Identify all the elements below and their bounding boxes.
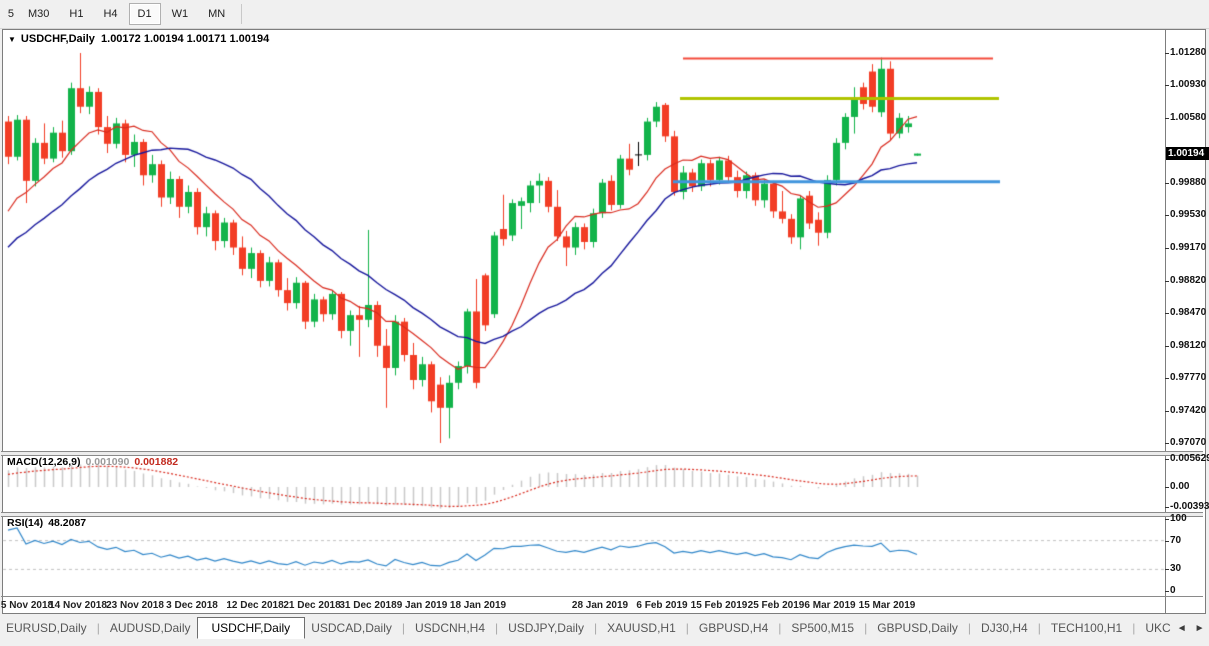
window-bottom-strip	[0, 641, 1209, 646]
time-axis-label: 18 Jan 2019	[436, 600, 520, 611]
ohlc-values: 1.00172 1.00194 1.00171 1.00194	[101, 33, 269, 45]
symbol-label: USDCHF,Daily	[21, 33, 95, 45]
price-axis-tick: 0.98470	[1170, 307, 1209, 318]
price-chart-canvas[interactable]	[0, 0, 1209, 646]
rsi-axis-tick: 30	[1170, 563, 1209, 574]
tab-separator: |	[1132, 621, 1135, 635]
price-axis-tick: 0.99170	[1170, 242, 1209, 253]
price-axis-tick: 0.99530	[1170, 209, 1209, 220]
price-axis-tick: 0.97770	[1170, 372, 1209, 383]
macd-signal-value: 0.001882	[134, 456, 178, 468]
timeframe-button-d1[interactable]: D1	[129, 3, 161, 25]
price-axis-tick: 1.00580	[1170, 112, 1209, 123]
chart-tab-usdjpy-daily[interactable]: USDJPY,Daily	[502, 618, 590, 638]
chart-tab-gbpusd-daily[interactable]: GBPUSD,Daily	[871, 618, 964, 638]
macd-indicator-label: MACD(12,26,9) 0.001090 0.001882	[7, 456, 178, 468]
rsi-indicator-label: RSI(14) 48.2087	[7, 517, 86, 529]
chart-tab-usdcnh-h4[interactable]: USDCNH,H4	[409, 618, 491, 638]
chart-tab-gbpusd-h4[interactable]: GBPUSD,H4	[693, 618, 774, 638]
chart-tab-eurusd-daily[interactable]: EURUSD,Daily	[0, 618, 93, 638]
rsi-axis-tick: 100	[1170, 513, 1209, 524]
chart-tab-dj30-h4[interactable]: DJ30,H4	[975, 618, 1034, 638]
tab-separator: |	[686, 621, 689, 635]
timeframe-button-5[interactable]: 5	[1, 3, 17, 25]
tab-separator: |	[778, 621, 781, 635]
tab-scroll-left-icon[interactable]: ◄	[1177, 623, 1187, 634]
chart-tab-usdcad-daily[interactable]: USDCAD,Daily	[305, 618, 398, 638]
chart-tab-bar: EURUSD,Daily|AUDUSD,DailyUSDCHF,DailyUSD…	[0, 615, 1209, 642]
rsi-value: 48.2087	[48, 517, 86, 529]
rsi-axis-tick: 0	[1170, 585, 1209, 596]
timeframe-button-mn[interactable]: MN	[199, 3, 234, 25]
price-axis-tick: 1.01280	[1170, 47, 1209, 58]
chart-tab-xauusd-h1[interactable]: XAUUSD,H1	[601, 618, 682, 638]
rsi-pane-splitter[interactable]	[1, 512, 1203, 517]
chart-title: ▼ USDCHF,Daily 1.00172 1.00194 1.00171 1.…	[8, 33, 269, 45]
timeframe-button-w1[interactable]: W1	[163, 3, 198, 25]
price-axis-tick: 0.98820	[1170, 275, 1209, 286]
time-axis-separator	[1, 596, 1203, 597]
macd-axis-tick: 0.005629	[1170, 453, 1209, 464]
timeframe-button-h4[interactable]: H4	[94, 3, 126, 25]
rsi-axis-tick: 70	[1170, 535, 1209, 546]
chart-tab-sp500-m15[interactable]: SP500,M15	[785, 618, 860, 638]
current-price-tag: 1.00194	[1166, 147, 1209, 160]
macd-name: MACD(12,26,9)	[7, 456, 81, 468]
price-axis-tick: 0.99880	[1170, 177, 1209, 188]
timeframe-toolbar: 5M30H1H4D1W1MN	[0, 0, 1209, 29]
macd-pane-splitter[interactable]	[1, 451, 1203, 456]
price-axis-tick: 0.97070	[1170, 437, 1209, 448]
macd-main-value: 0.001090	[86, 456, 130, 468]
chart-tab-ukc[interactable]: UKC	[1139, 618, 1176, 638]
price-axis-tick: 0.98120	[1170, 340, 1209, 351]
macd-axis-tick: -0.003937	[1170, 501, 1209, 512]
mt4-window: 5M30H1H4D1W1MN ▼ USDCHF,Daily 1.00172 1.0…	[0, 0, 1209, 646]
tab-separator: |	[968, 621, 971, 635]
tab-separator: |	[402, 621, 405, 635]
tab-separator: |	[1038, 621, 1041, 635]
chart-tab-audusd-daily[interactable]: AUDUSD,Daily	[104, 618, 197, 638]
tab-separator: |	[864, 621, 867, 635]
timeframe-button-h1[interactable]: H1	[60, 3, 92, 25]
symbol-dropdown-icon[interactable]: ▼	[8, 35, 16, 44]
price-axis-tick: 1.00930	[1170, 79, 1209, 90]
toolbar-separator	[241, 4, 242, 24]
chart-tab-usdchf-daily[interactable]: USDCHF,Daily	[197, 617, 306, 639]
tab-separator: |	[97, 621, 100, 635]
time-axis-label: 15 Mar 2019	[845, 600, 929, 611]
price-axis-tick: 0.97420	[1170, 405, 1209, 416]
timeframe-button-m30[interactable]: M30	[19, 3, 58, 25]
chart-tab-tech100-h1[interactable]: TECH100,H1	[1045, 618, 1128, 638]
macd-axis-tick: 0.00	[1170, 481, 1209, 492]
tab-scroll-right-icon[interactable]: ►	[1195, 623, 1205, 634]
tab-separator: |	[495, 621, 498, 635]
rsi-name: RSI(14)	[7, 517, 43, 529]
tab-separator: |	[594, 621, 597, 635]
